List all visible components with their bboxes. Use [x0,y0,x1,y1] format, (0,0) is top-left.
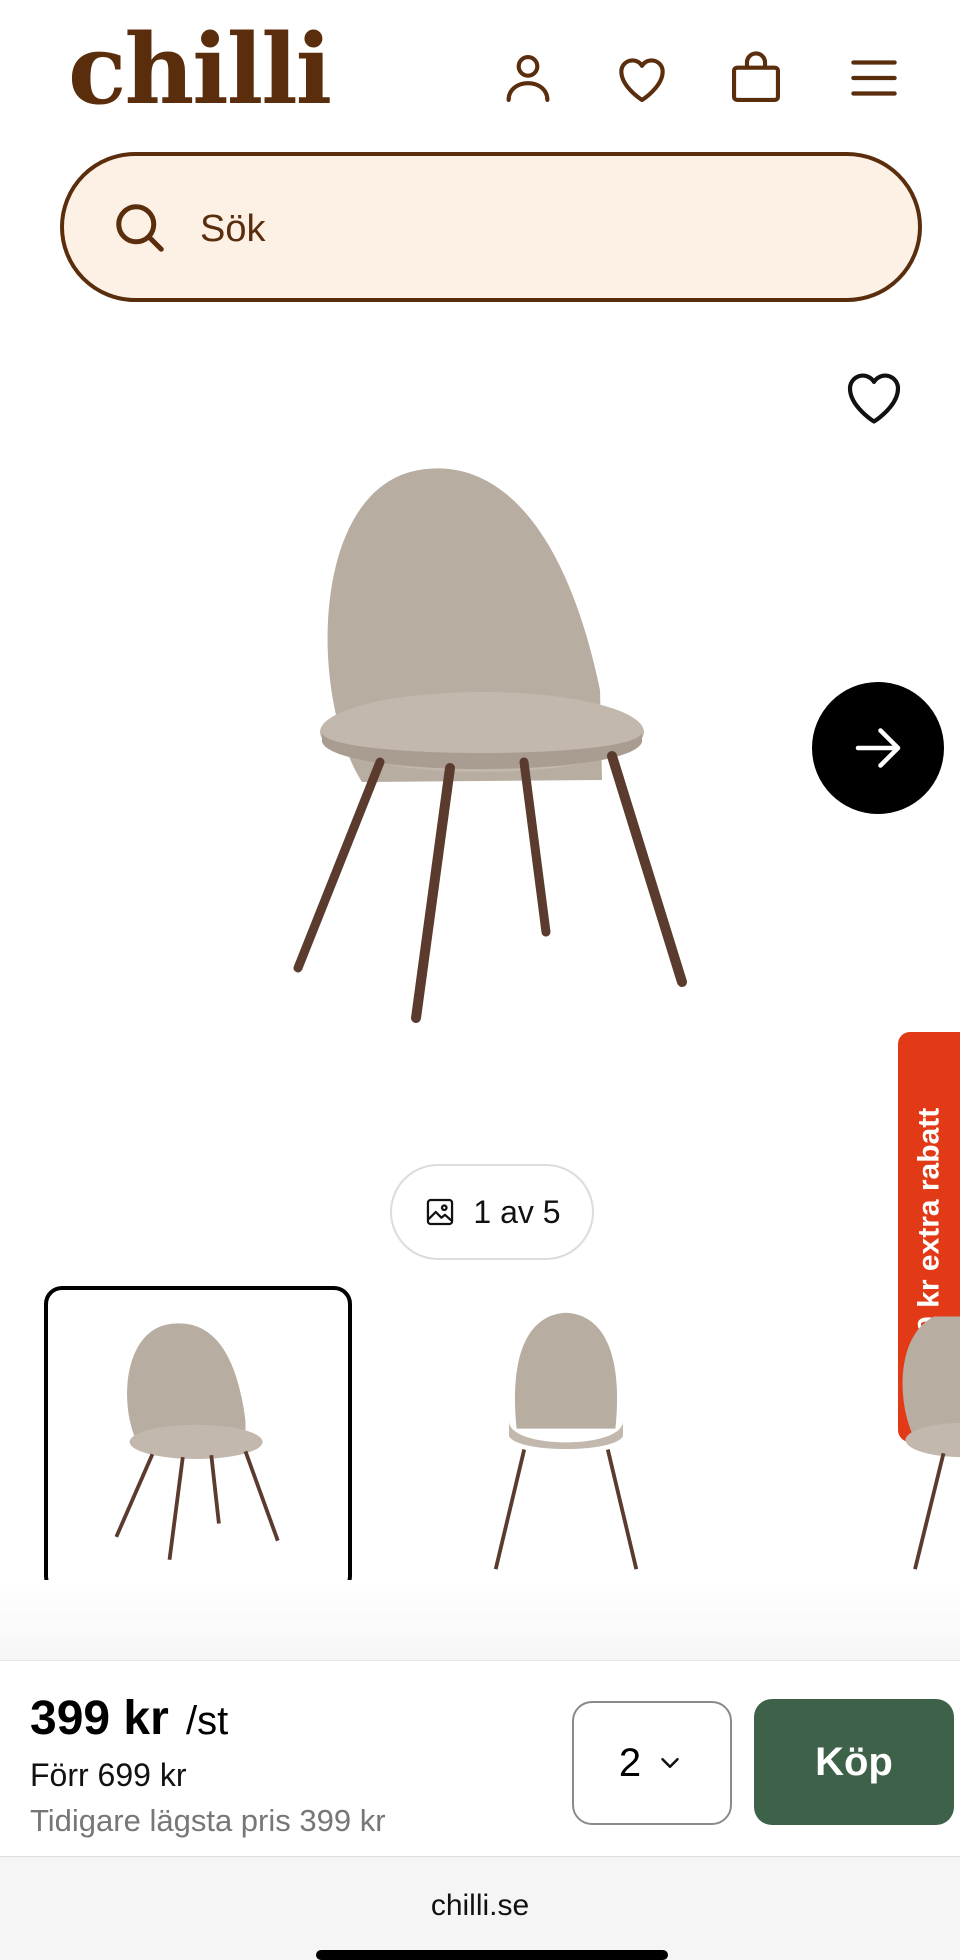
search-bar[interactable] [60,152,922,302]
quantity-select[interactable]: 2 [572,1701,732,1825]
heart-icon[interactable] [604,40,680,116]
image-counter-text: 1 av 5 [473,1193,561,1230]
browser-url-bar[interactable]: chilli.se [0,1856,960,1960]
lowest-price-note: Tidigare lägsta pris 399 kr [30,1803,386,1838]
url-text: chilli.se [430,1889,530,1922]
next-image-button[interactable] [812,682,944,814]
image-icon [427,1198,454,1226]
account-icon[interactable] [490,40,566,116]
search-input[interactable] [200,194,800,264]
site-header: chilli [0,0,960,150]
chevron-down-icon [661,1758,679,1768]
product-main-image[interactable] [270,460,710,1040]
thumbnail-3[interactable] [780,1286,960,1594]
image-counter[interactable]: 1 av 5 [390,1164,594,1260]
home-indicator [316,1950,668,1960]
price-unit: /st [186,1699,229,1743]
buy-button-label: Köp [815,1739,893,1784]
search-icon [116,204,164,252]
arrow-right-icon [855,728,901,768]
product-price: 399 kr [30,1692,169,1745]
quantity-value: 2 [618,1740,642,1785]
buy-button[interactable]: Köp [754,1699,954,1825]
previous-price: Förr 699 kr [30,1757,187,1793]
menu-icon[interactable] [836,40,912,116]
buy-bar: 399 kr /st Förr 699 kr Tidigare lägsta p… [0,1660,960,1856]
thumbnail-2[interactable] [412,1286,720,1594]
favorite-heart-icon[interactable] [838,360,910,432]
thumbnail-strip [0,1280,960,1610]
chilli-logo[interactable]: chilli [68,22,332,118]
thumbnail-1[interactable] [44,1286,352,1594]
shopping-bag-icon[interactable] [718,40,794,116]
gallery-fade [0,1580,960,1660]
